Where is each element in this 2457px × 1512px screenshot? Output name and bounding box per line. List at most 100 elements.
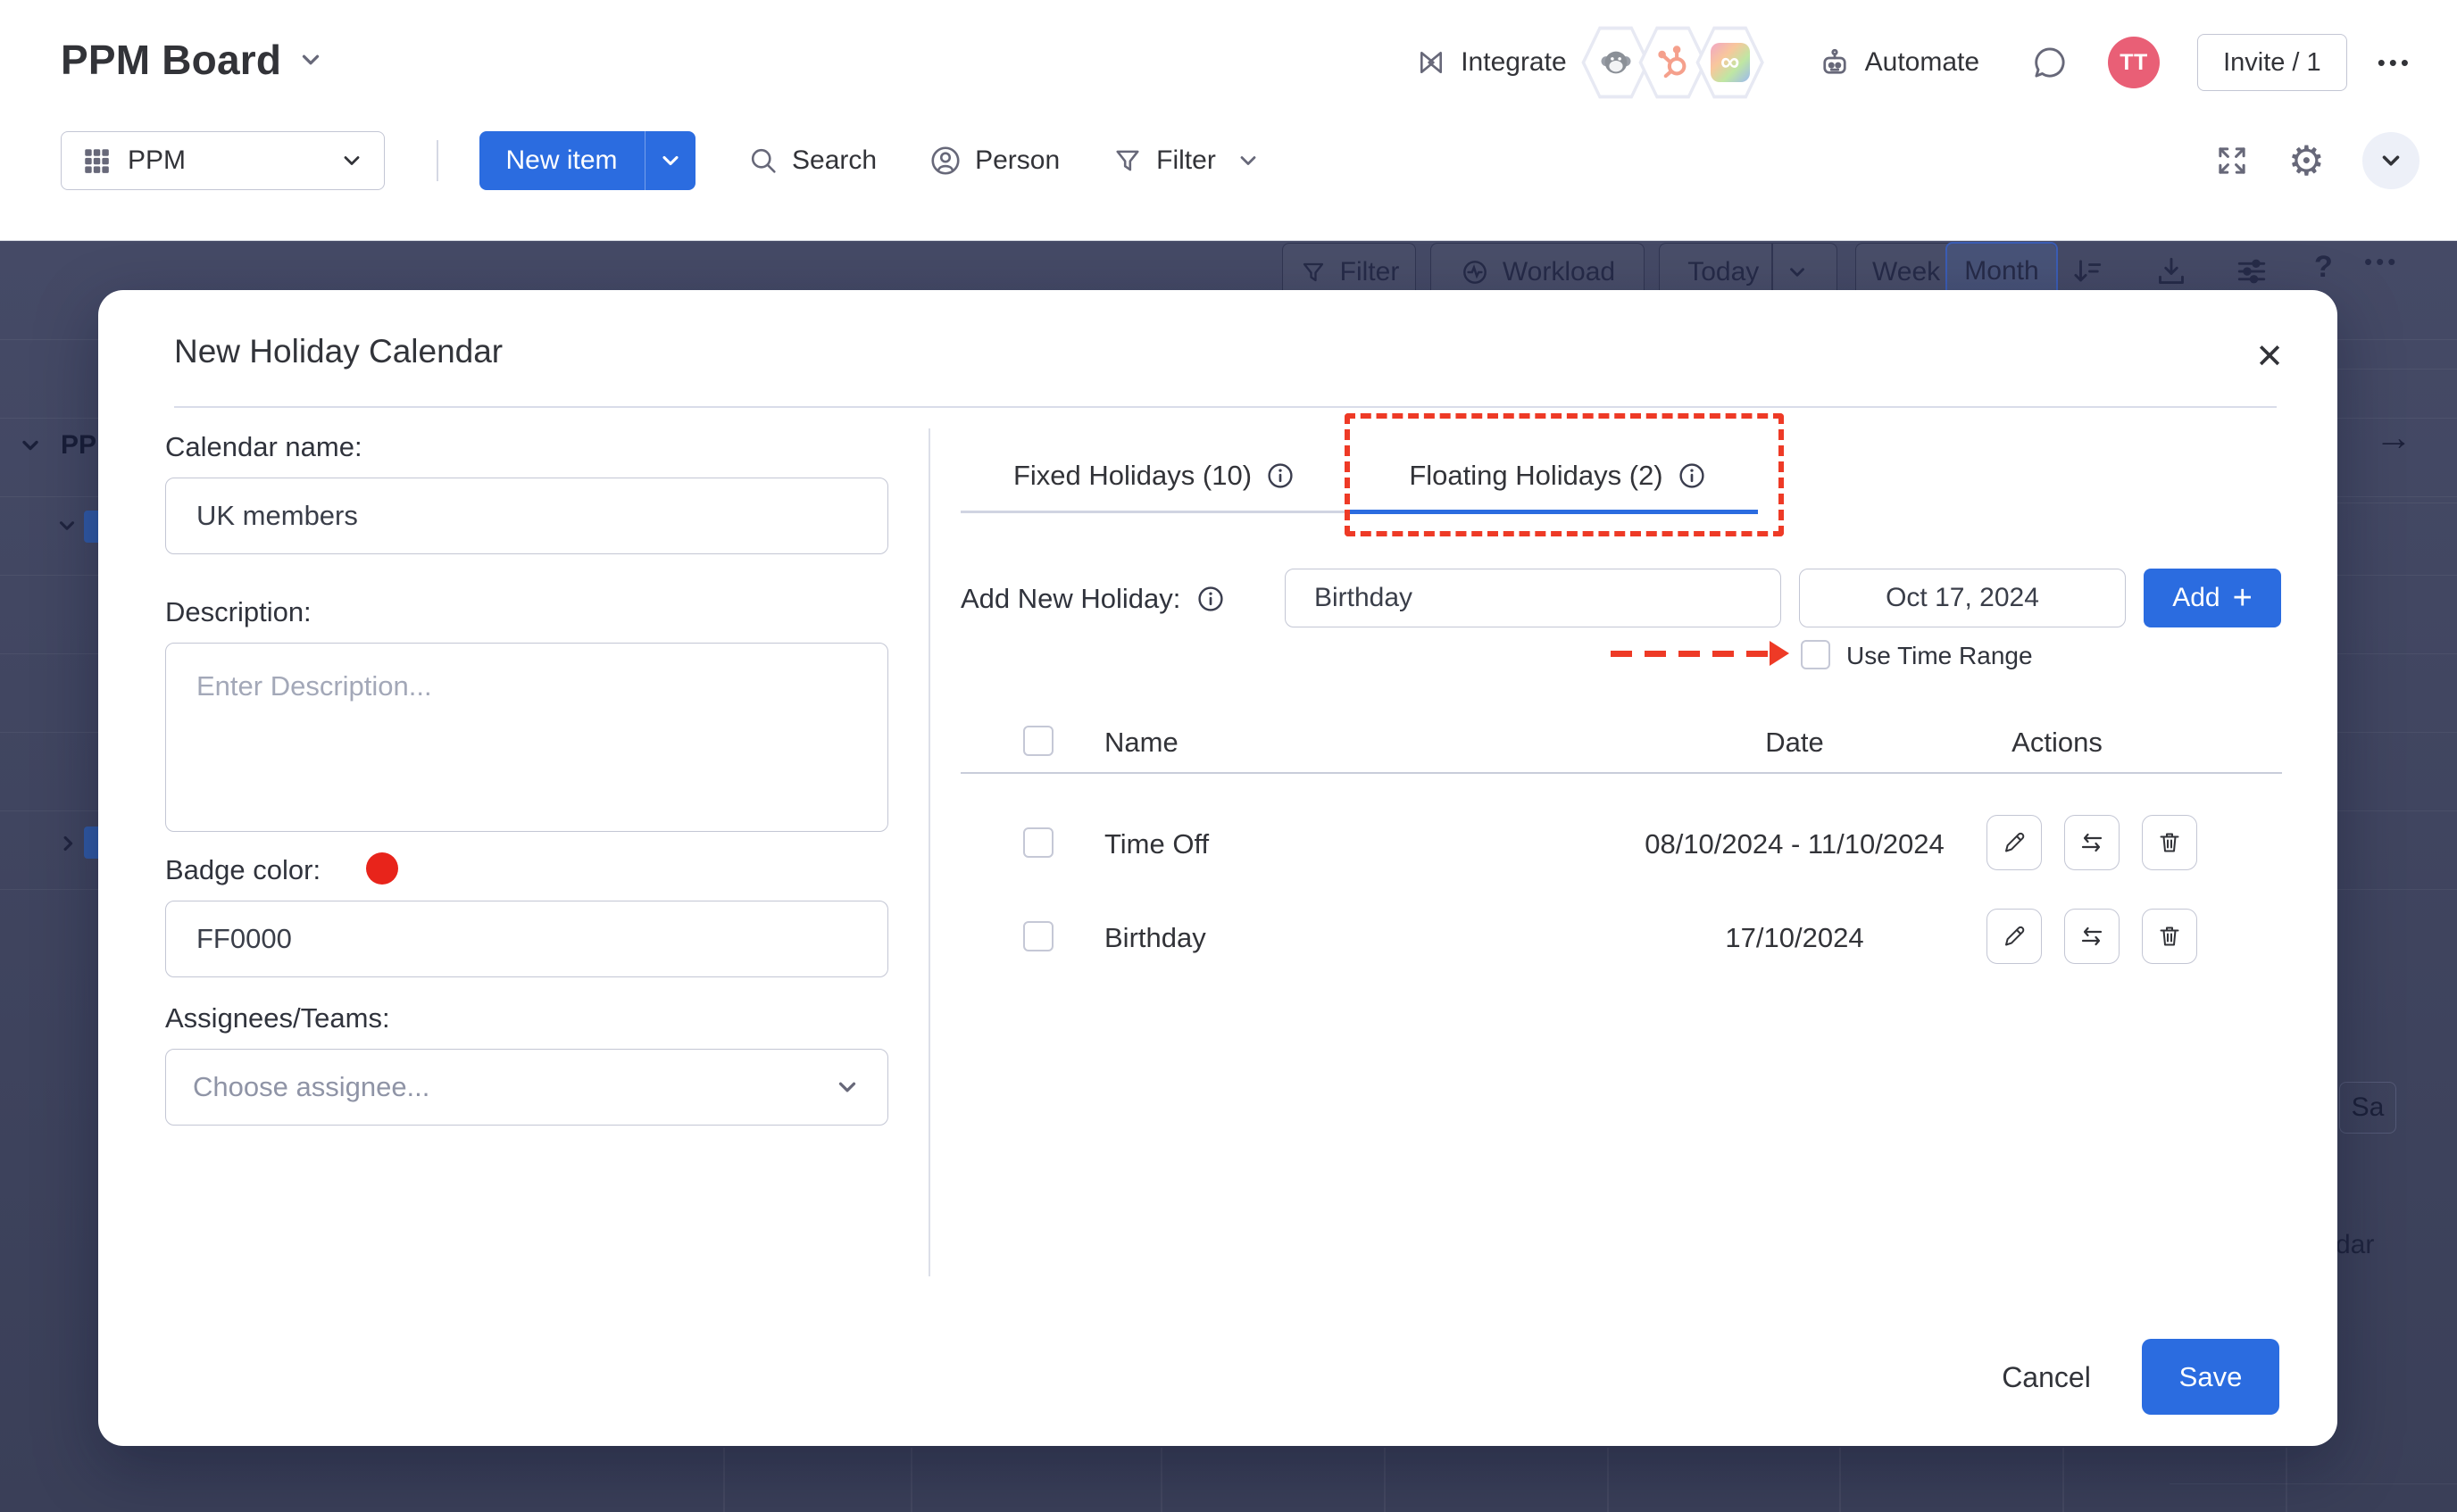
person-label: Person	[975, 145, 1060, 176]
expand-icon[interactable]	[2213, 142, 2251, 179]
new-holiday-calendar-modal: New Holiday Calendar ✕ Calendar name: De…	[98, 290, 2337, 1446]
column-header-name: Name	[1104, 727, 1179, 759]
new-item-button[interactable]: New item	[479, 131, 696, 190]
integration-app-badges[interactable]: ∞	[1581, 25, 1765, 100]
search-button[interactable]: Search	[747, 145, 877, 177]
settings-sliders-icon	[2234, 253, 2270, 289]
bg-item-bar	[84, 827, 98, 859]
select-all-checkbox[interactable]	[1023, 726, 1054, 756]
plus-icon: +	[2233, 581, 2253, 615]
header-more-menu[interactable]: •••	[2378, 49, 2412, 77]
board-grid-icon	[81, 145, 112, 176]
automate-label: Automate	[1865, 47, 1979, 78]
use-time-range-checkbox[interactable]	[1801, 640, 1830, 669]
chevron-down-icon	[339, 148, 364, 173]
assignee-placeholder: Choose assignee...	[193, 1071, 834, 1103]
chevron-down-icon[interactable]	[1236, 148, 1261, 173]
chevron-down-icon	[18, 433, 43, 458]
tab-fixed-holidays[interactable]: Fixed Holidays (10)	[961, 442, 1347, 510]
convert-button[interactable]	[2064, 815, 2120, 870]
cancel-button[interactable]: Cancel	[1975, 1350, 2118, 1404]
person-icon	[929, 144, 962, 178]
filter-label: Filter	[1156, 145, 1216, 176]
divider	[437, 140, 438, 181]
add-button[interactable]: Add +	[2144, 569, 2281, 627]
filter-funnel-icon	[1299, 258, 1328, 287]
integrate-icon	[1414, 46, 1448, 79]
filter-funnel-icon	[1112, 145, 1144, 177]
integrate-label: Integrate	[1461, 47, 1566, 78]
board-title-group[interactable]: PPM Board	[61, 36, 324, 84]
divider	[929, 428, 930, 1276]
person-filter-button[interactable]: Person	[929, 144, 1060, 178]
row-checkbox[interactable]	[1023, 827, 1054, 858]
search-label: Search	[792, 145, 877, 176]
info-icon[interactable]	[1266, 461, 1295, 490]
mailchimp-icon	[1596, 43, 1636, 82]
badge-color-swatch[interactable]	[366, 852, 398, 885]
sort-icon	[2070, 253, 2105, 289]
automate-robot-icon	[1817, 45, 1853, 80]
new-item-label[interactable]: New item	[479, 145, 645, 176]
board-selector-value: PPM	[128, 145, 323, 176]
holiday-name: Birthday	[1104, 922, 1206, 954]
integrate-button[interactable]: Integrate	[1414, 46, 1566, 79]
board-toolbar: PPM New item Search Person	[61, 131, 1261, 190]
pencil-icon	[2000, 828, 2028, 857]
edit-button[interactable]	[1986, 909, 2042, 964]
chevron-down-icon	[55, 514, 79, 537]
automate-button[interactable]: Automate	[1817, 45, 1979, 80]
search-icon	[747, 145, 779, 177]
board-selector[interactable]: PPM	[61, 131, 385, 190]
header-right-cluster: Integrate ∞ Automate TT Invite / 1	[1414, 25, 2412, 100]
holiday-date: 08/10/2024 - 11/10/2024	[1580, 828, 2009, 860]
description-textarea[interactable]	[165, 643, 888, 832]
edit-button[interactable]	[1986, 815, 2042, 870]
filter-button[interactable]: Filter	[1112, 145, 1261, 177]
holiday-name: Time Off	[1104, 828, 1209, 860]
assignees-label: Assignees/Teams:	[165, 1002, 390, 1034]
arrow-right-icon: →	[2375, 416, 2412, 459]
holiday-name-input[interactable]	[1285, 569, 1781, 627]
holiday-date: 17/10/2024	[1580, 922, 2009, 954]
save-button[interactable]: Save	[2142, 1339, 2279, 1415]
row-checkbox[interactable]	[1023, 921, 1054, 951]
trash-icon	[2155, 828, 2184, 857]
page-title: PPM Board	[61, 36, 281, 84]
calendar-name-input[interactable]	[165, 478, 888, 554]
assignee-select[interactable]: Choose assignee...	[165, 1049, 888, 1126]
swap-arrows-icon	[2078, 922, 2106, 951]
gear-icon[interactable]: ⚙	[2288, 137, 2325, 185]
updates-button[interactable]	[2031, 44, 2069, 81]
calendar-name-label: Calendar name:	[165, 431, 362, 463]
holiday-date-input[interactable]	[1799, 569, 2126, 627]
chevron-down-icon	[1786, 261, 1809, 284]
invite-button[interactable]: Invite / 1	[2197, 34, 2347, 91]
workload-icon	[1460, 257, 1490, 287]
swap-arrows-icon	[2078, 828, 2106, 857]
adobe-cc-badge[interactable]: ∞	[1695, 25, 1765, 100]
avatar[interactable]: TT	[2108, 37, 2160, 88]
convert-button[interactable]	[2064, 909, 2120, 964]
download-icon	[2153, 253, 2189, 289]
bg-item-bar	[84, 511, 98, 543]
info-icon[interactable]	[1196, 585, 1225, 613]
annotation-arrow-head	[1770, 641, 1789, 666]
badge-color-input[interactable]	[165, 901, 888, 977]
delete-button[interactable]	[2142, 815, 2197, 870]
annotation-dashed-box	[1345, 413, 1784, 536]
new-item-dropdown[interactable]	[645, 148, 695, 173]
adobe-cc-icon: ∞	[1711, 43, 1750, 82]
use-time-range-label: Use Time Range	[1846, 642, 2033, 670]
column-header-date: Date	[1580, 727, 2009, 759]
close-icon[interactable]: ✕	[2248, 335, 2291, 378]
collapse-header-button[interactable]	[2362, 132, 2420, 189]
annotation-dashed-arrow	[1611, 651, 1771, 657]
chevron-down-icon[interactable]	[297, 46, 324, 73]
description-label: Description:	[165, 596, 312, 628]
add-new-holiday-label: Add New Holiday:	[961, 583, 1225, 615]
trash-icon	[2155, 922, 2184, 951]
chevron-right-icon	[57, 832, 80, 855]
bg-partial-text: dar	[2336, 1230, 2374, 1260]
delete-button[interactable]	[2142, 909, 2197, 964]
